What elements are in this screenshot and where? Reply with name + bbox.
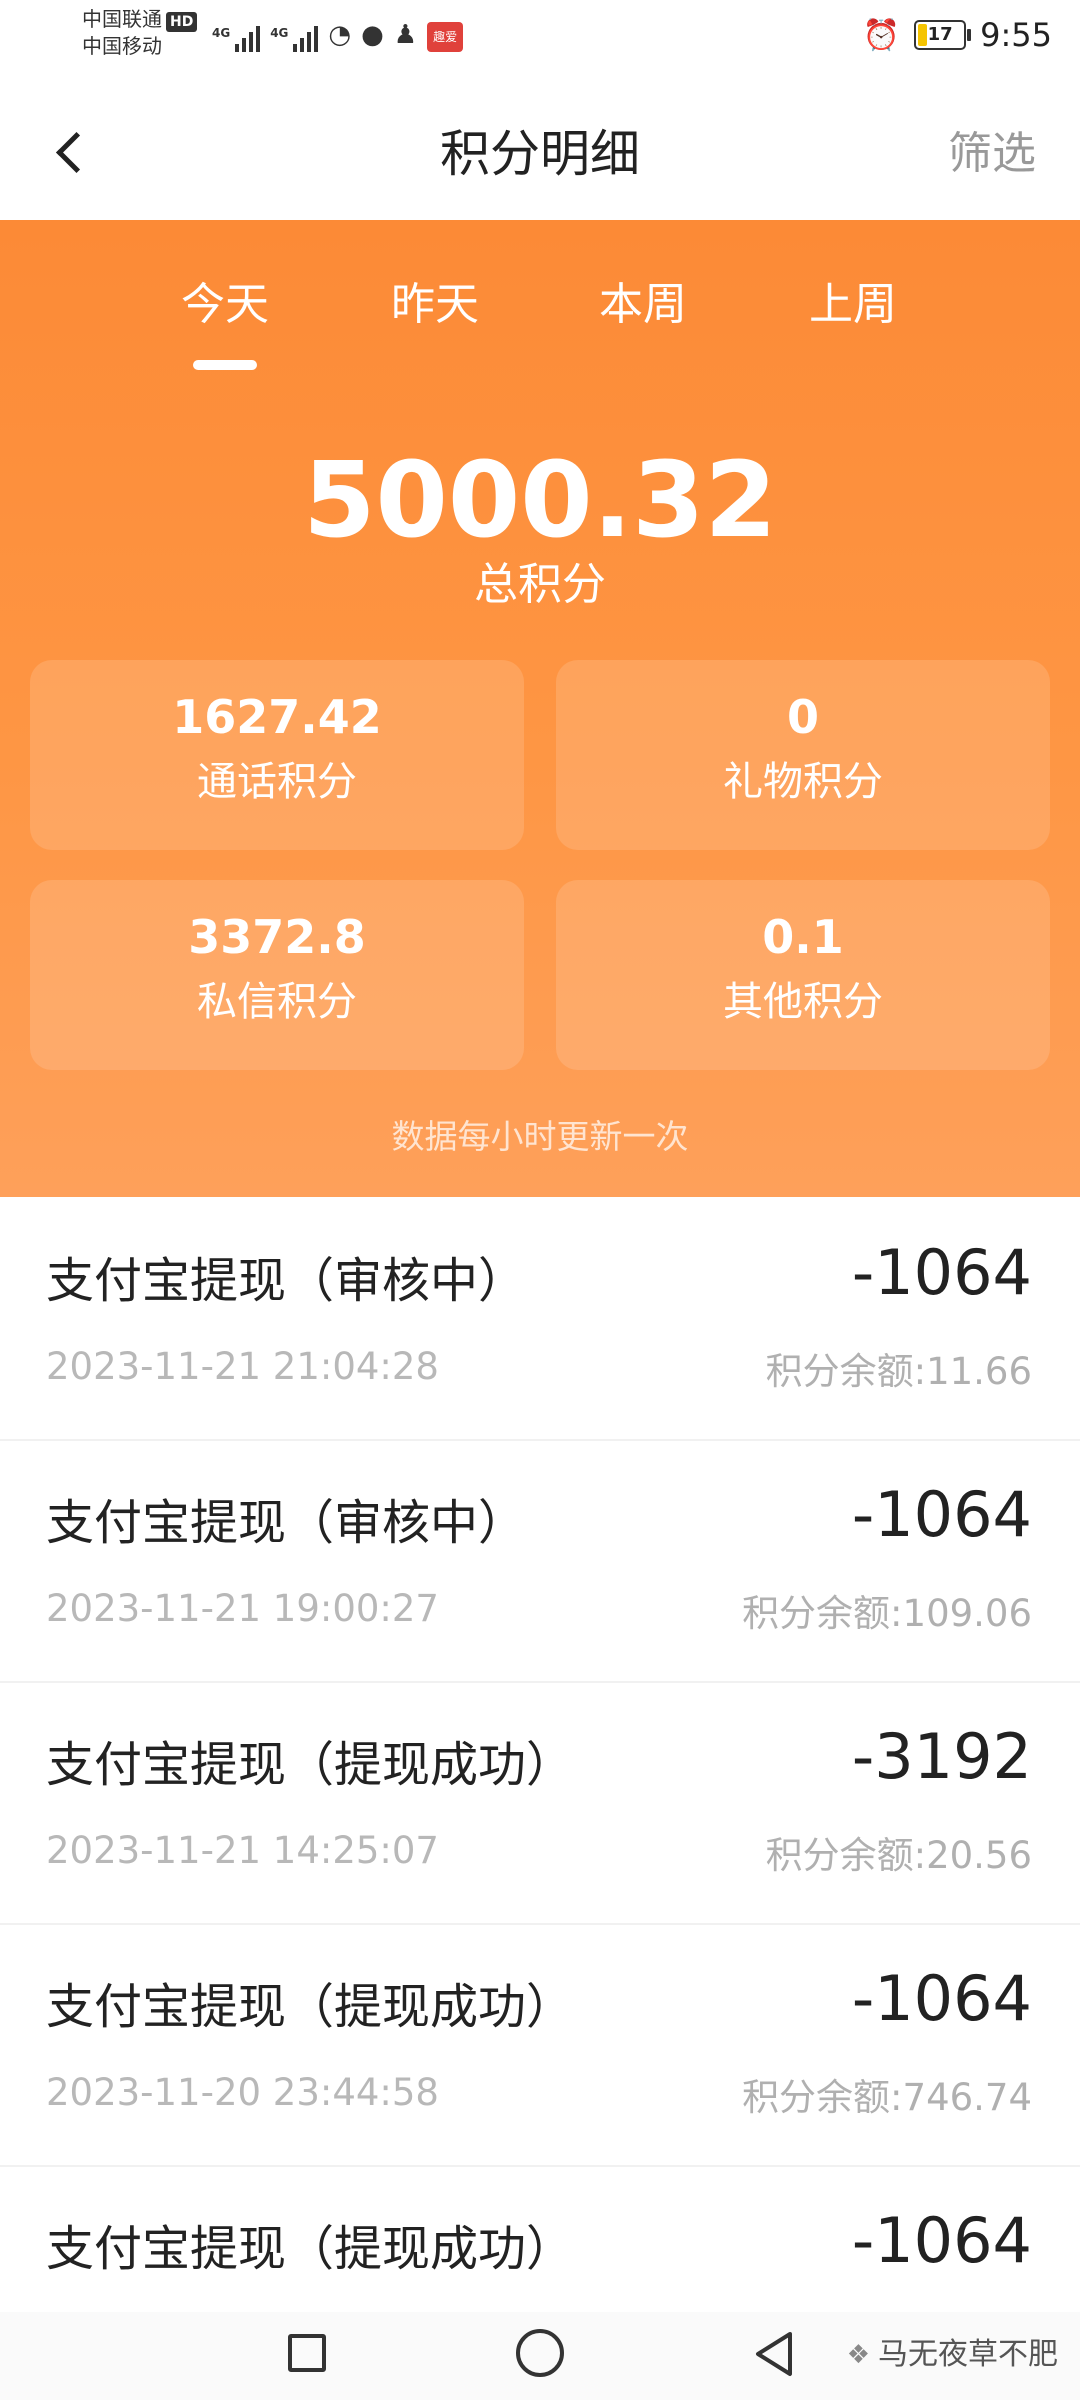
- signal-icon: 4G: [212, 26, 261, 52]
- total-points-value: 5000.32: [303, 439, 777, 561]
- home-button[interactable]: [516, 2329, 564, 2377]
- wifi-icon: ◔: [328, 20, 352, 50]
- gift-points-card[interactable]: 0 礼物积分: [556, 660, 1050, 850]
- list-item[interactable]: 支付宝提现（审核中） 2023-11-21 19:00:27 -1064 积分余…: [0, 1439, 1080, 1683]
- record-balance: 积分余额:20.56: [765, 1834, 1032, 1877]
- record-balance: 积分余额:109.06: [742, 1592, 1032, 1635]
- signal-icon-2: 4G: [270, 26, 319, 52]
- gift-points-label: 礼物积分: [723, 759, 883, 805]
- network-type-label-2: 4G: [270, 26, 289, 40]
- record-balance: 积分余额:11.66: [765, 1350, 1032, 1393]
- gift-points-value: 0: [786, 690, 819, 744]
- call-points-value: 1627.42: [172, 690, 382, 744]
- record-time: 2023-11-21 14:25:07: [46, 1829, 439, 1872]
- status-icons: 4G 4G ◔ ● ♟ 趣爱: [212, 12, 464, 52]
- other-points-value: 0.1: [762, 910, 844, 964]
- record-amount: -1064: [851, 1478, 1032, 1551]
- hd-badge: HD: [166, 12, 198, 32]
- total-points-label: 总积分: [474, 559, 606, 610]
- record-amount: -1064: [851, 2204, 1032, 2277]
- qq-icon: ♟: [393, 20, 418, 50]
- network-type-label: 4G: [212, 26, 231, 40]
- record-time: 2023-11-20 23:44:58: [46, 2071, 439, 2114]
- carrier-1-name: 中国联通: [82, 7, 162, 31]
- list-item[interactable]: 支付宝提现（审核中） 2023-11-21 21:04:28 -1064 积分余…: [0, 1197, 1080, 1441]
- filter-button[interactable]: 筛选: [948, 116, 1036, 192]
- list-item[interactable]: 支付宝提现（提现成功） 2023-11-20 23:44:58 -1064 积分…: [0, 1923, 1080, 2167]
- tab-indicator: [193, 360, 257, 370]
- call-points-label: 通话积分: [197, 759, 357, 805]
- record-title: 支付宝提现（提现成功）: [46, 1737, 575, 1793]
- carrier-info: 中国联通 HD 中国移动: [82, 6, 198, 60]
- tab-today[interactable]: 今天: [140, 260, 310, 350]
- call-points-card[interactable]: 1627.42 通话积分: [30, 660, 524, 850]
- tab-last-week[interactable]: 上周: [768, 260, 938, 350]
- record-time: 2023-11-21 21:04:28: [46, 1345, 439, 1388]
- message-points-value: 3372.8: [188, 910, 366, 964]
- app-notification-icon: 趣爱: [427, 22, 464, 52]
- record-title: 支付宝提现（提现成功）: [46, 1979, 575, 2035]
- status-bar: 中国联通 HD 中国移动 4G 4G ◔ ● ♟ 趣爱 ⏰ 17 9:55: [0, 0, 1080, 80]
- points-summary-panel: 今天 昨天 本周 上周 5000.32 总积分 1627.42 通话积分 0 礼…: [0, 220, 1080, 1197]
- system-navigation-bar: ❖ 马无夜草不肥: [0, 2312, 1080, 2400]
- system-back-button[interactable]: [746, 2326, 802, 2382]
- watermark-text: 马无夜草不肥: [878, 2337, 1058, 2372]
- page-title: 积分明细: [440, 125, 640, 183]
- battery-level: 17: [927, 24, 953, 45]
- record-amount: -1064: [851, 1962, 1032, 2035]
- wechat-channel-icon: ❖: [846, 2340, 870, 2370]
- record-title: 支付宝提现（审核中）: [46, 1495, 527, 1551]
- list-item[interactable]: 支付宝提现（提现成功） 2023-11-21 14:25:07 -3192 积分…: [0, 1681, 1080, 1925]
- other-points-card[interactable]: 0.1 其他积分: [556, 880, 1050, 1070]
- period-tabs: 今天 昨天 本周 上周: [0, 260, 1080, 380]
- record-amount: -1064: [851, 1236, 1032, 1309]
- clock: 9:55: [980, 16, 1052, 54]
- message-points-card[interactable]: 3372.8 私信积分: [30, 880, 524, 1070]
- tab-yesterday[interactable]: 昨天: [350, 260, 520, 350]
- navigation-bar: 积分明细 筛选: [0, 80, 1080, 220]
- record-time: 2023-11-21 19:00:27: [46, 1587, 439, 1630]
- update-note: 数据每小时更新一次: [391, 1117, 689, 1156]
- record-amount: -3192: [851, 1720, 1032, 1793]
- record-title: 支付宝提现（提现成功）: [46, 2221, 575, 2277]
- alarm-icon: ⏰: [862, 17, 901, 53]
- other-points-label: 其他积分: [723, 979, 883, 1025]
- tab-this-week[interactable]: 本周: [558, 260, 728, 350]
- watermark: ❖ 马无夜草不肥: [847, 2328, 1058, 2382]
- battery-icon: 17: [914, 20, 972, 50]
- recent-apps-button[interactable]: [288, 2334, 326, 2372]
- record-title: 支付宝提现（审核中）: [46, 1253, 527, 1309]
- wechat-icon: ●: [361, 20, 384, 50]
- status-right: ⏰ 17 9:55: [863, 12, 1052, 58]
- record-balance: 积分余额:746.74: [742, 2076, 1032, 2119]
- message-points-label: 私信积分: [197, 979, 357, 1025]
- carrier-2-name: 中国移动: [82, 34, 162, 58]
